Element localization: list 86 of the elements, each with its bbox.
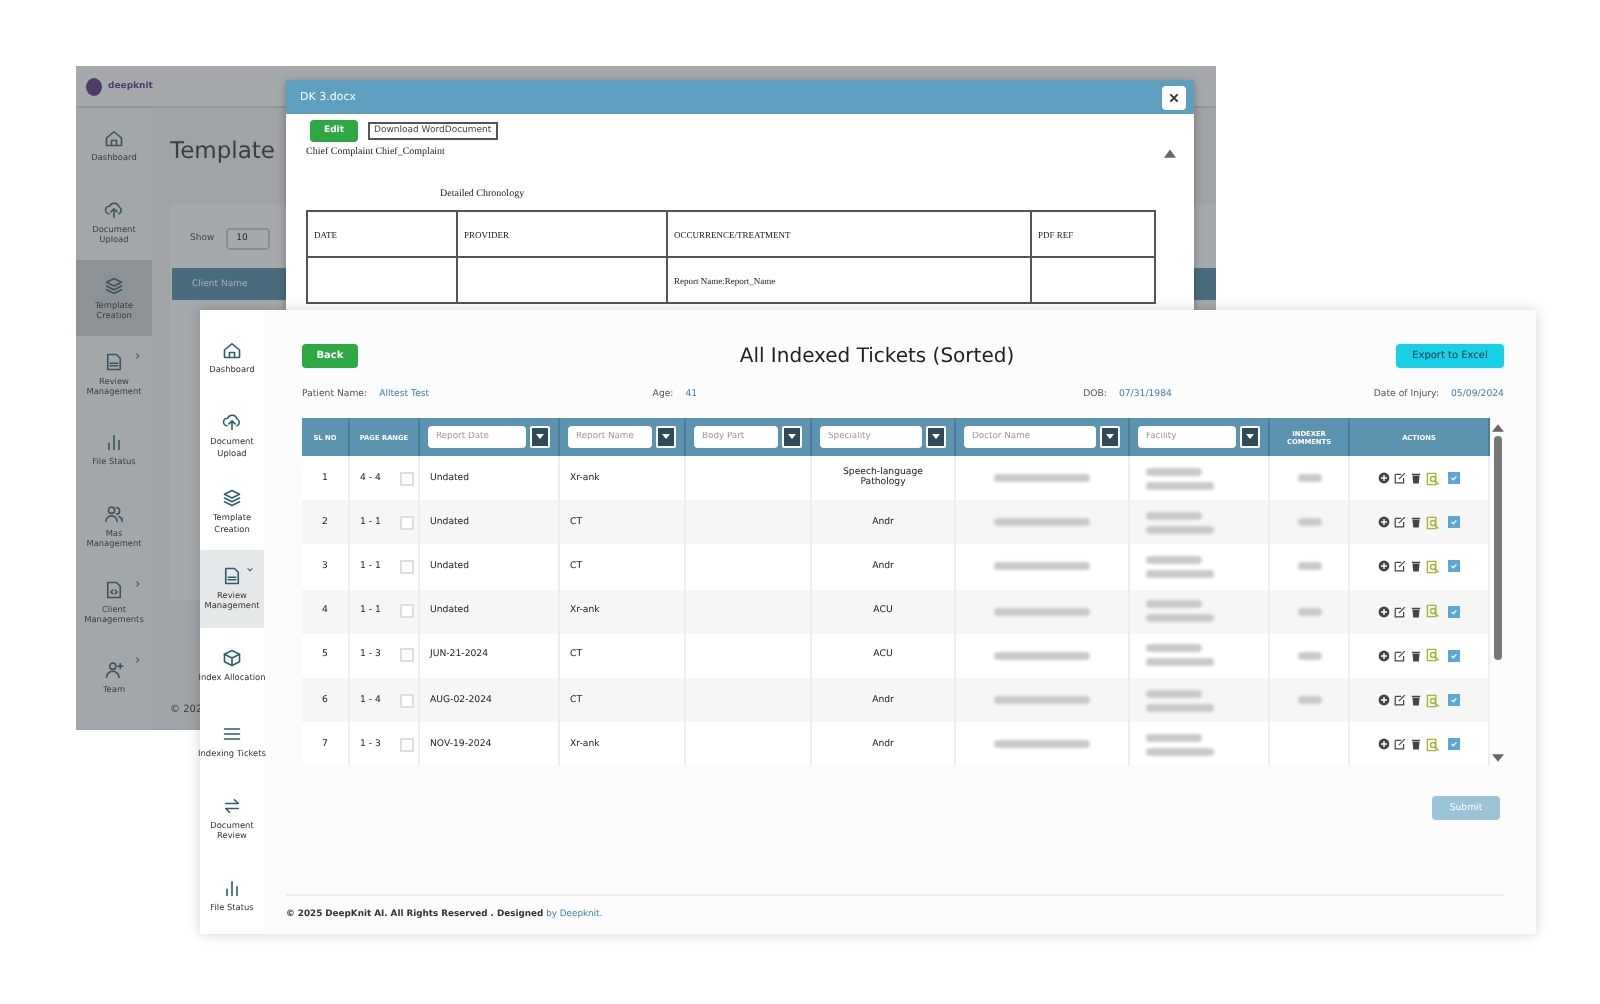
checkbox[interactable] [1448, 472, 1460, 485]
redacted-text [1146, 600, 1202, 609]
bar-chart-icon [104, 432, 124, 453]
cloud-upload-icon [104, 199, 124, 220]
user-add-icon [104, 660, 124, 681]
dropdown-button[interactable] [1100, 426, 1120, 448]
caret-down-icon [788, 434, 796, 440]
redacted-text [1146, 555, 1202, 564]
trash-icon[interactable] [1410, 694, 1422, 707]
dropdown-button[interactable] [782, 426, 802, 448]
cloud-upload-icon [222, 412, 242, 433]
edit-icon[interactable] [1394, 472, 1406, 485]
users-icon [104, 503, 124, 524]
redacted-text [994, 474, 1090, 483]
redacted-text [994, 607, 1090, 616]
checkbox[interactable] [1448, 649, 1460, 662]
redacted-text [1146, 703, 1214, 712]
add-icon[interactable] [1378, 560, 1390, 573]
redacted-text [1146, 658, 1214, 667]
dropdown-button[interactable] [926, 426, 946, 448]
page-title: All Indexed Tickets (Sorted) [739, 345, 1015, 367]
scroll-up-icon[interactable] [1164, 148, 1176, 158]
document-icon [104, 351, 124, 372]
bar-chart-icon [222, 878, 242, 899]
swap-arrows-icon [222, 795, 242, 816]
trash-icon[interactable] [1410, 649, 1422, 662]
layers-icon [104, 275, 124, 296]
edit-icon[interactable] [1394, 649, 1406, 662]
redacted-text [1146, 569, 1214, 578]
trash-icon[interactable] [1410, 738, 1422, 751]
home-icon [104, 128, 124, 149]
add-icon[interactable] [1378, 738, 1390, 751]
redacted-text [994, 696, 1090, 705]
redacted-text [1146, 733, 1202, 742]
add-icon[interactable] [1378, 472, 1390, 485]
trash-icon[interactable] [1410, 605, 1422, 618]
caret-down-icon [932, 434, 940, 440]
code-document-icon [104, 579, 124, 600]
edit-icon[interactable] [1394, 694, 1406, 707]
redacted-text [994, 740, 1090, 749]
dropdown-button[interactable] [530, 426, 550, 448]
add-icon[interactable] [1378, 649, 1390, 662]
close-icon [1168, 91, 1180, 103]
add-icon[interactable] [1378, 605, 1390, 618]
redacted-text [1146, 747, 1214, 756]
checkbox[interactable] [1448, 605, 1460, 618]
layers-icon [222, 488, 242, 509]
redacted-text [1146, 614, 1214, 623]
checkbox[interactable] [1448, 516, 1460, 529]
dropdown-button[interactable] [1240, 426, 1260, 448]
add-icon[interactable] [1378, 516, 1390, 529]
trash-icon[interactable] [1410, 516, 1422, 529]
caret-down-icon [662, 434, 670, 440]
checkbox[interactable] [1448, 738, 1460, 751]
redacted-text [994, 518, 1090, 527]
checkbox[interactable] [1448, 560, 1460, 573]
caret-down-icon [1106, 434, 1114, 440]
edit-icon[interactable] [1394, 516, 1406, 529]
redacted-text [994, 562, 1090, 571]
redacted-text [994, 651, 1090, 660]
document-icon [222, 565, 242, 586]
redacted-text [1146, 511, 1202, 520]
checkbox[interactable] [1448, 694, 1460, 707]
scrollbar-thumb[interactable] [1493, 436, 1501, 660]
redacted-text [1146, 689, 1202, 698]
edit-icon[interactable] [1394, 560, 1406, 573]
trash-icon[interactable] [1410, 472, 1422, 485]
redacted-text [1146, 467, 1202, 476]
home-icon [222, 340, 242, 361]
logo-icon [86, 77, 102, 95]
caret-down-icon [1246, 434, 1254, 440]
redacted-text [1146, 525, 1214, 534]
trash-icon[interactable] [1410, 560, 1422, 573]
edit-icon[interactable] [1394, 738, 1406, 751]
scroll-down-icon[interactable] [1491, 754, 1503, 762]
dropdown-button[interactable] [656, 426, 676, 448]
caret-down-icon [536, 434, 544, 440]
redacted-text [1146, 644, 1202, 653]
close-button[interactable] [1162, 85, 1186, 109]
cube-icon [222, 647, 242, 668]
page-title: Template [170, 136, 275, 168]
redacted-text [1146, 481, 1214, 490]
scroll-up-icon[interactable] [1491, 424, 1503, 432]
add-icon[interactable] [1378, 694, 1390, 707]
list-icon [222, 724, 242, 745]
edit-icon[interactable] [1394, 605, 1406, 618]
